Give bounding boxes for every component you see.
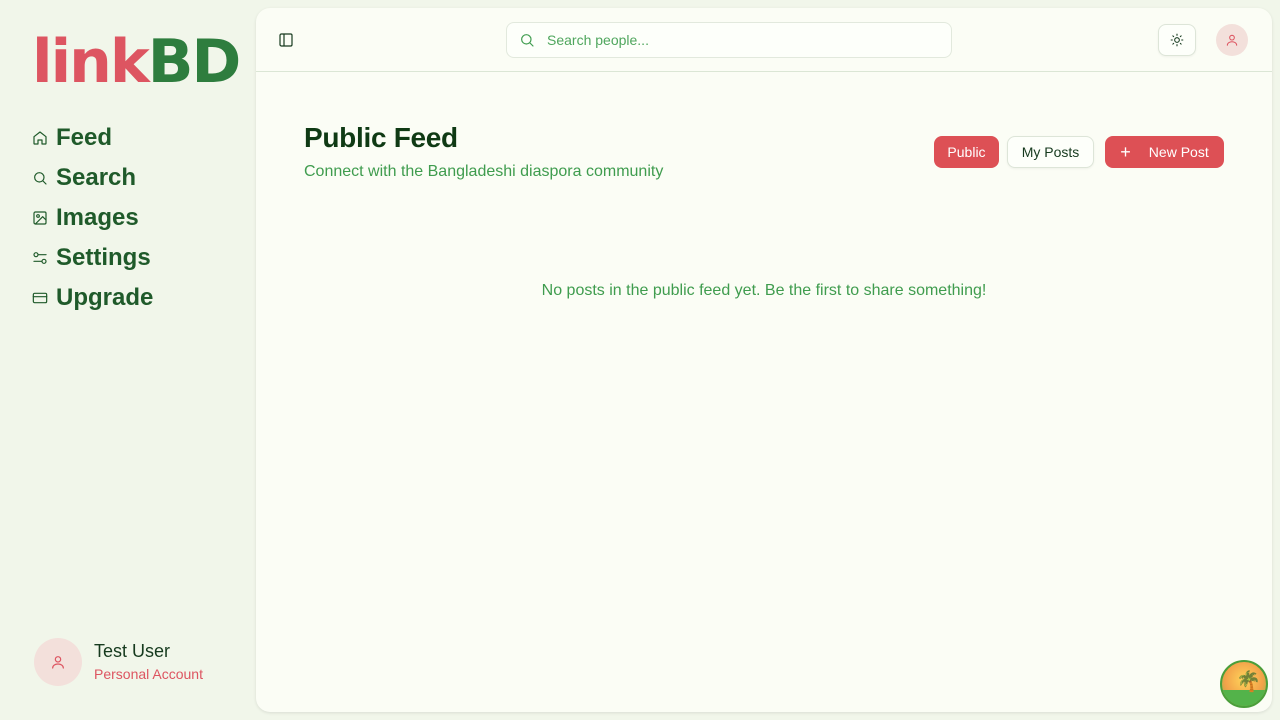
page-title: Public Feed bbox=[304, 122, 458, 153]
top-bar bbox=[256, 8, 1272, 72]
public-filter-label: Public bbox=[947, 144, 986, 160]
sidebar-item-settings[interactable]: Settings bbox=[32, 238, 153, 278]
search-icon bbox=[32, 170, 48, 186]
main-panel: Public Feed Connect with the Bangladeshi… bbox=[256, 8, 1272, 712]
image-icon bbox=[32, 210, 48, 226]
empty-feed-message: No posts in the public feed yet. Be the … bbox=[541, 282, 987, 299]
user-info: Test User Personal Account bbox=[94, 640, 203, 684]
new-post-label: New Post bbox=[1148, 144, 1209, 160]
avatar bbox=[34, 638, 82, 686]
user-account-type: Personal Account bbox=[94, 666, 203, 682]
user-card[interactable]: Test User Personal Account bbox=[34, 638, 203, 686]
my-posts-filter-button[interactable]: My Posts bbox=[1007, 136, 1094, 168]
app-root: linkBD Feed Search Images Settings Upgra… bbox=[0, 0, 1280, 720]
sidebar-item-label: Search bbox=[56, 164, 137, 191]
user-icon bbox=[52, 656, 64, 669]
sidebar-item-images[interactable]: Images bbox=[32, 198, 153, 238]
home-icon bbox=[32, 130, 48, 146]
my-posts-filter-label: My Posts bbox=[1021, 144, 1080, 160]
sun-icon bbox=[1170, 33, 1184, 47]
sliders-icon bbox=[32, 250, 48, 266]
sidebar-item-label: Images bbox=[56, 204, 139, 231]
theme-toggle-button[interactable] bbox=[1158, 24, 1196, 56]
brand-logo-part-b: BD bbox=[147, 27, 242, 97]
public-filter-button[interactable]: Public bbox=[934, 136, 999, 168]
brand-logo-part-a: link bbox=[32, 27, 150, 97]
panel-left-icon bbox=[279, 33, 293, 47]
page-subtitle: Connect with the Bangladeshi diaspora co… bbox=[304, 163, 664, 180]
sidebar-item-feed[interactable]: Feed bbox=[32, 118, 153, 158]
mascot-bubble-icon[interactable]: 🌴 bbox=[1220, 660, 1268, 708]
credit-card-icon bbox=[32, 290, 48, 306]
user-name: Test User bbox=[94, 641, 171, 661]
new-post-button[interactable]: + New Post bbox=[1105, 136, 1224, 168]
sidebar-item-upgrade[interactable]: Upgrade bbox=[32, 278, 153, 318]
sidebar-item-label: Upgrade bbox=[56, 284, 154, 311]
sidebar-toggle-button[interactable] bbox=[276, 28, 296, 52]
brand-logo[interactable]: linkBD bbox=[32, 27, 242, 97]
search-box[interactable] bbox=[506, 22, 952, 58]
sidebar: linkBD Feed Search Images Settings Upgra… bbox=[0, 0, 256, 720]
user-icon bbox=[1226, 34, 1238, 46]
plus-icon: + bbox=[1120, 142, 1131, 162]
sidebar-item-label: Settings bbox=[56, 244, 151, 271]
sidebar-nav: Feed Search Images Settings Upgrade bbox=[32, 118, 153, 318]
palm-tree-icon: 🌴 bbox=[1236, 671, 1261, 693]
profile-button[interactable] bbox=[1216, 24, 1248, 56]
search-icon bbox=[521, 34, 534, 47]
sidebar-item-search[interactable]: Search bbox=[32, 158, 153, 198]
sidebar-item-label: Feed bbox=[56, 124, 113, 151]
search-input[interactable] bbox=[547, 32, 927, 48]
